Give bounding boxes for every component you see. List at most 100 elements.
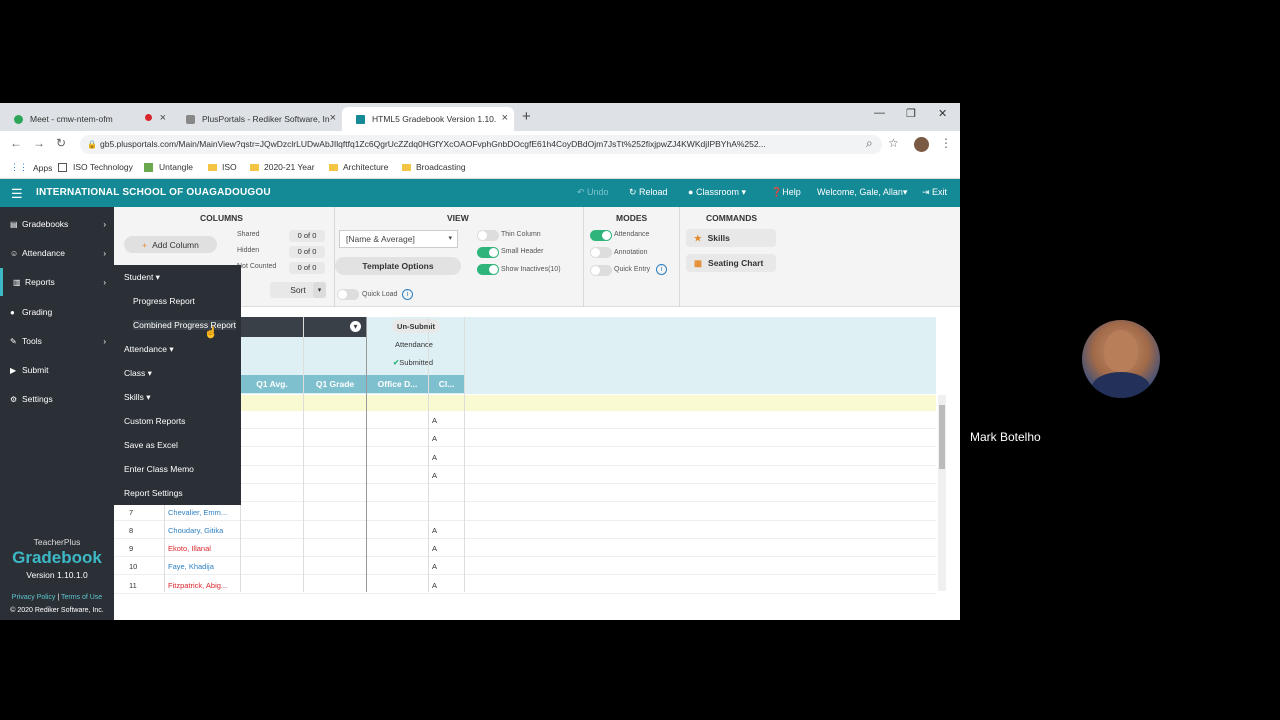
search-icon[interactable]: ⌕ [866, 136, 873, 151]
menu-custom-reports[interactable]: Custom Reports [124, 416, 185, 426]
tab-title: PlusPortals - Rediker Software, In [202, 114, 330, 124]
attendance-cell[interactable]: A [432, 544, 437, 553]
sidebar-item-submit[interactable]: ▶ Submit [0, 356, 114, 384]
quick-load-toggle[interactable] [337, 289, 359, 300]
bookmark-apps[interactable]: ⋮⋮ Apps [10, 162, 52, 173]
student-name[interactable]: Faye, Khadija [168, 562, 214, 571]
bookmark-architecture[interactable]: Architecture [329, 162, 388, 172]
skills-button[interactable]: ★ Skills [686, 229, 776, 247]
table-row[interactable]: 11 Fitzpatrick, Abig... A [114, 576, 936, 594]
column-header[interactable]: Q1 Grade [304, 375, 366, 393]
close-icon[interactable]: × [502, 112, 508, 124]
avatar[interactable] [914, 137, 929, 152]
column-header[interactable]: Office D... [367, 375, 428, 393]
menu-skills[interactable]: Skills ▾ [124, 392, 150, 403]
show-inactives-toggle[interactable] [477, 264, 499, 275]
sidebar-item-grading[interactable]: ● Grading [0, 298, 114, 326]
menu-attendance[interactable]: Attendance ▾ [124, 344, 174, 355]
row-number: 7 [129, 507, 134, 517]
view-select[interactable]: [Name & Average] ▾ [339, 230, 458, 248]
welcome-dropdown[interactable]: Welcome, Gale, Allan▾ [817, 187, 907, 198]
menu-combined-progress-report[interactable]: Combined Progress Report [133, 320, 236, 330]
star-icon: ★ [694, 232, 702, 243]
seating-chart-button[interactable]: ▦ Seating Chart [686, 254, 776, 272]
table-row[interactable]: 10 Faye, Khadija A [114, 557, 936, 576]
column-header[interactable]: Cl... [429, 375, 464, 393]
undo-button[interactable]: ↶ Undo [577, 187, 609, 198]
menu-progress-report[interactable]: Progress Report [133, 296, 195, 306]
attendance-cell[interactable]: A [432, 416, 437, 425]
tab-plusportals[interactable]: PlusPortals - Rediker Software, In × [172, 107, 342, 131]
add-column-button[interactable]: + Add Column [124, 236, 217, 253]
sidebar-item-gradebooks[interactable]: ▤ Gradebooks › [0, 210, 114, 238]
student-name[interactable]: Fitzpatrick, Abig... [168, 581, 227, 590]
shared-count: 0 of 0 [289, 230, 325, 242]
attendance-mode-toggle[interactable] [590, 230, 612, 241]
minimize-icon[interactable]: — [874, 107, 885, 119]
bookmark-iso-technology[interactable]: ISO Technology [58, 162, 133, 172]
attendance-cell[interactable]: A [432, 581, 437, 590]
bookmark-untangle[interactable]: Untangle [144, 162, 193, 172]
attendance-cell[interactable]: A [432, 471, 437, 480]
exit-button[interactable]: ⇥ Exit [922, 187, 947, 198]
close-icon[interactable]: × [160, 112, 166, 124]
attendance-cell[interactable]: A [432, 526, 437, 535]
quick-entry-toggle[interactable] [590, 265, 612, 276]
reload-icon[interactable]: ↻ [56, 136, 66, 150]
forward-icon[interactable]: → [33, 136, 45, 150]
sidebar-item-tools[interactable]: ✎ Tools › [0, 327, 114, 355]
thin-column-toggle[interactable] [477, 230, 499, 241]
student-name[interactable]: Choudary, Gitika [168, 526, 223, 535]
restore-icon[interactable]: ❐ [906, 107, 916, 120]
small-header-toggle[interactable] [477, 247, 499, 258]
sidebar-item-settings[interactable]: ⚙ Settings [0, 385, 114, 413]
sort-dropdown-icon[interactable]: ▾ [313, 282, 326, 298]
privacy-policy-link[interactable]: Privacy Policy [12, 594, 56, 601]
close-icon[interactable]: × [330, 112, 336, 124]
modes-title: MODES [616, 213, 648, 223]
bookmark-iso[interactable]: ISO [208, 162, 237, 172]
attendance-cell[interactable]: A [432, 453, 437, 462]
star-icon[interactable]: ☆ [888, 136, 899, 150]
close-window-icon[interactable]: ✕ [938, 107, 947, 120]
unsubmit-button[interactable]: Un-Submit [392, 319, 440, 333]
url-field[interactable]: 🔒 gb5.plusportals.com/Main/MainView?qstr… [80, 135, 882, 154]
table-row[interactable]: 9 Ekoto, Illanal A [114, 539, 936, 558]
sidebar-item-attendance[interactable]: ☺ Attendance › [0, 239, 114, 267]
student-name[interactable]: Chevalier, Emm... [168, 508, 227, 517]
tab-meet[interactable]: Meet - cmw-ntem-ofm × [0, 107, 172, 131]
menu-enter-class-memo[interactable]: Enter Class Memo [124, 464, 194, 474]
classroom-dropdown[interactable]: ● Classroom ▾ [688, 187, 746, 198]
attendance-cell[interactable]: A [432, 434, 437, 443]
terms-of-use-link[interactable]: Terms of Use [61, 594, 102, 601]
attendance-cell[interactable]: A [432, 562, 437, 571]
hamburger-icon[interactable]: ☰ [11, 186, 23, 202]
template-options-button[interactable]: Template Options [335, 257, 461, 275]
table-row[interactable]: 7 Chevalier, Emm... [114, 503, 936, 521]
bookmark-2020-21-year[interactable]: 2020-21 Year [250, 162, 315, 172]
info-icon[interactable]: i [656, 264, 667, 275]
back-icon[interactable]: ← [10, 136, 22, 150]
menu-report-settings[interactable]: Report Settings [124, 488, 183, 498]
student-name[interactable]: Ekoto, Illanal [168, 544, 211, 553]
tab-gradebook[interactable]: HTML5 Gradebook Version 1.10. × [342, 107, 514, 131]
bookmarks-bar: ⋮⋮ Apps ISO Technology Untangle ISO 2020-… [0, 157, 960, 179]
scrollbar-thumb[interactable] [939, 405, 945, 469]
menu-class[interactable]: Class ▾ [124, 368, 152, 379]
menu-student[interactable]: Student ▾ [124, 272, 160, 283]
table-row[interactable]: 8 Choudary, Gitika A [114, 521, 936, 539]
menu-save-as-excel[interactable]: Save as Excel [124, 440, 178, 450]
new-tab-button[interactable]: + [522, 108, 531, 125]
annotation-mode-toggle[interactable] [590, 247, 612, 258]
bookmark-broadcasting[interactable]: Broadcasting [402, 162, 466, 172]
column-header[interactable]: Q1 Avg. [241, 375, 303, 393]
help-button[interactable]: ❓Help [771, 187, 801, 198]
vertical-scrollbar[interactable] [938, 395, 946, 591]
kebab-menu-icon[interactable]: ⋮ [940, 136, 952, 150]
folder-icon [208, 163, 217, 171]
info-icon[interactable]: i [402, 289, 413, 300]
reload-button[interactable]: ↻ Reload [629, 187, 668, 198]
reload-icon: ↻ [629, 187, 640, 197]
download-icon[interactable]: ▾ [350, 321, 361, 332]
sidebar-item-reports[interactable]: ▥ Reports › [0, 268, 114, 296]
